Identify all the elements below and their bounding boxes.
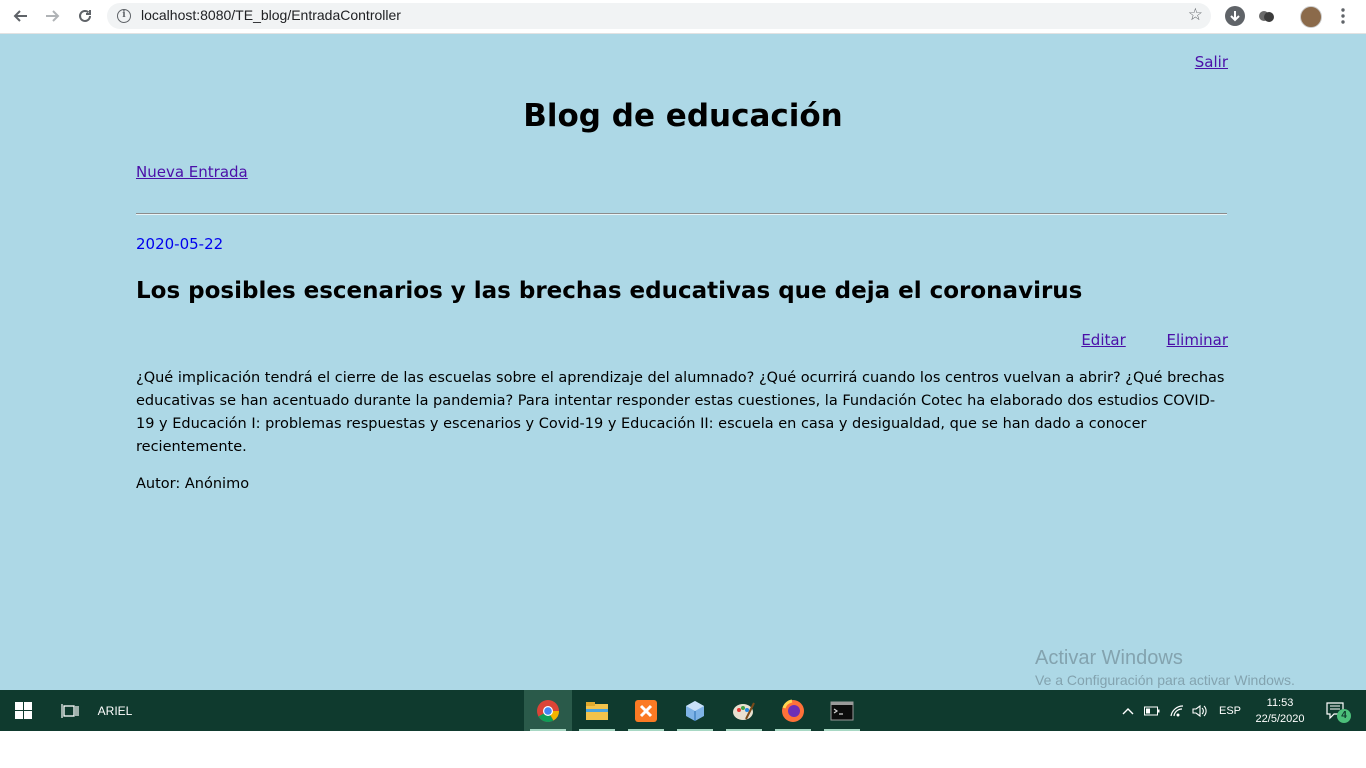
taskbar: ARIEL ESP 11:53 22/5/2020 4 — [0, 690, 1366, 731]
browser-toolbar: i localhost:8080/TE_blog/EntradaControll… — [0, 0, 1366, 34]
back-arrow-icon[interactable] — [8, 5, 32, 27]
watermark-title: Activar Windows — [1035, 647, 1183, 669]
post-date: 2020-05-22 — [136, 235, 224, 253]
volume-icon[interactable] — [1189, 690, 1211, 731]
chrome-icon[interactable] — [524, 690, 572, 731]
post-actions: Editar Eliminar — [1045, 331, 1228, 349]
paint-icon[interactable] — [720, 690, 768, 731]
edit-link[interactable]: Editar — [1081, 331, 1125, 349]
delete-link[interactable]: Eliminar — [1167, 331, 1228, 349]
divider — [136, 213, 1227, 215]
menu-kebab-icon[interactable] — [1331, 5, 1355, 27]
extension-icon[interactable] — [1256, 6, 1276, 26]
firefox-icon[interactable] — [769, 690, 817, 731]
file-explorer-icon[interactable] — [573, 690, 621, 731]
site-info-icon[interactable]: i — [117, 9, 131, 23]
user-name[interactable]: ARIEL — [92, 690, 138, 731]
logout-link[interactable]: Salir — [1195, 53, 1228, 71]
xampp-icon[interactable] — [622, 690, 670, 731]
post-author: Autor: Anónimo — [136, 476, 250, 492]
notification-center-icon[interactable]: 4 — [1318, 690, 1354, 731]
post-title: Los posibles escenarios y las brechas ed… — [136, 278, 1083, 304]
activation-watermark: Activar Windows Ve a Configuración para … — [1035, 647, 1295, 688]
profile-avatar[interactable] — [1300, 6, 1322, 28]
wifi-icon[interactable] — [1166, 690, 1188, 731]
task-view-icon[interactable] — [50, 690, 90, 731]
screen-bottom-strip — [0, 731, 1366, 768]
terminal-icon[interactable] — [818, 690, 866, 731]
watermark-subtitle: Ve a Configuración para activar Windows. — [1035, 672, 1295, 688]
battery-icon[interactable] — [1142, 690, 1162, 731]
clock-time: 11:53 — [1266, 696, 1294, 709]
post-body: ¿Qué implicación tendrá el cierre de las… — [136, 370, 1225, 455]
address-bar[interactable]: i localhost:8080/TE_blog/EntradaControll… — [107, 3, 1211, 29]
windows-start-icon[interactable] — [0, 690, 46, 731]
download-icon[interactable] — [1225, 6, 1245, 26]
notification-badge: 4 — [1337, 709, 1351, 723]
blog-page: Salir Blog de educación Nueva Entrada 20… — [0, 34, 1366, 690]
forward-arrow-icon[interactable] — [41, 5, 65, 27]
clock-date: 22/5/2020 — [1255, 712, 1305, 725]
address-url[interactable]: localhost:8080/TE_blog/EntradaController — [141, 7, 401, 23]
language-indicator[interactable]: ESP — [1214, 690, 1246, 731]
virtualbox-icon[interactable] — [671, 690, 719, 731]
clock[interactable]: 11:53 22/5/2020 — [1248, 690, 1312, 731]
reload-icon[interactable] — [73, 5, 97, 27]
page-title: Blog de educación — [523, 98, 843, 134]
chevron-up-icon[interactable] — [1118, 690, 1138, 731]
new-entry-link[interactable]: Nueva Entrada — [136, 163, 248, 181]
bookmark-star-icon[interactable]: ☆ — [1188, 5, 1203, 25]
